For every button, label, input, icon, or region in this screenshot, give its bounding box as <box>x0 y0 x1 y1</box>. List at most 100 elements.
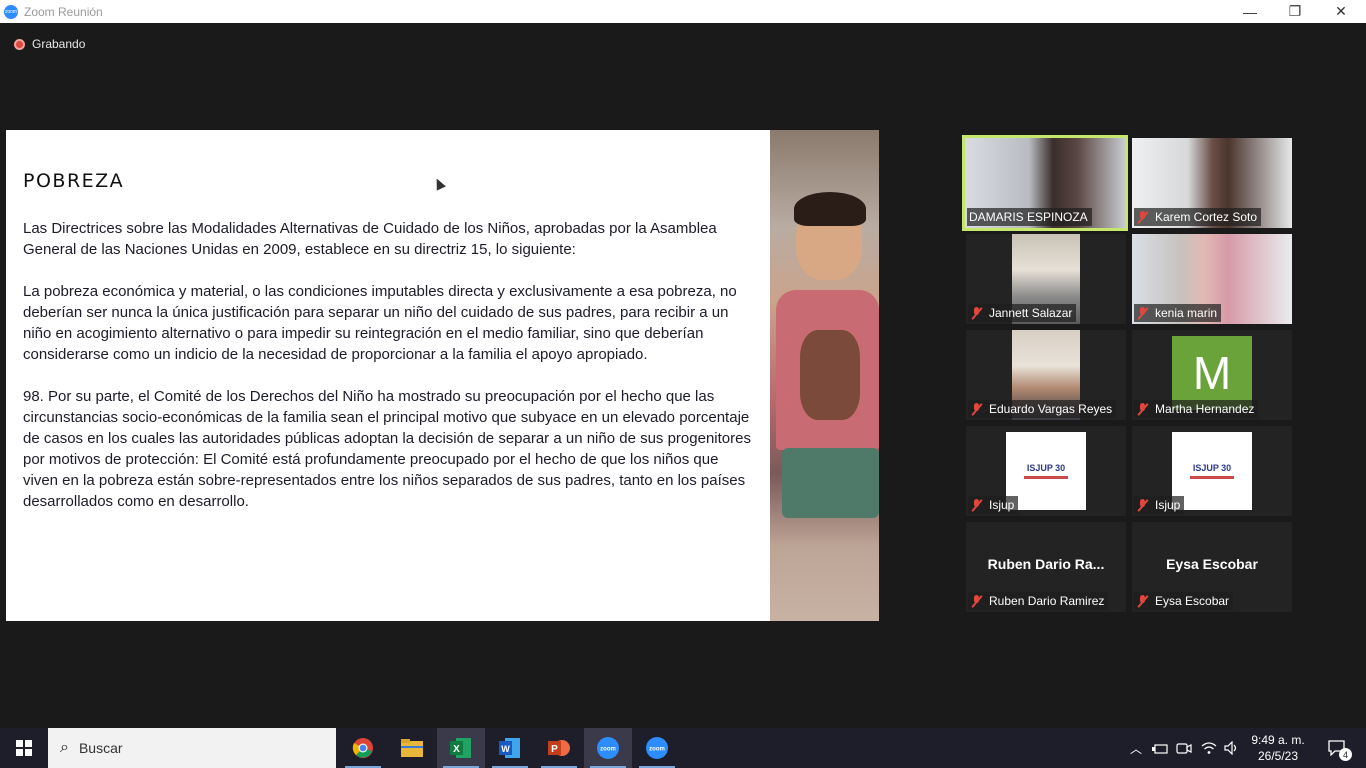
zoom-icon: zoom <box>646 737 668 759</box>
participant-name: Ruben Dario Ramirez <box>989 594 1105 608</box>
search-icon: ⌕ <box>60 739 69 756</box>
recording-indicator[interactable]: Grabando <box>14 37 85 51</box>
participant-tile[interactable]: ISJUP 30 Isjup <box>966 426 1126 516</box>
meet-now-button[interactable] <box>1174 728 1194 768</box>
zoom-app-icon: zoom <box>4 4 18 19</box>
chevron-up-icon: ︿ <box>1129 741 1142 756</box>
muted-mic-icon <box>1136 594 1149 608</box>
participant-name: Eysa Escobar <box>1155 594 1230 608</box>
muted-mic-icon <box>1136 402 1149 416</box>
windows-icon <box>16 740 32 756</box>
muted-mic-icon <box>970 594 983 608</box>
svg-text:P: P <box>551 744 558 755</box>
speaker-icon <box>1224 741 1237 755</box>
close-icon: ✕ <box>1335 3 1347 19</box>
muted-mic-icon <box>970 306 983 320</box>
start-button[interactable] <box>0 728 48 768</box>
word-icon: W <box>499 738 520 758</box>
muted-mic-icon <box>1136 306 1149 320</box>
participant-name-bar: Ruben Dario Ramirez <box>968 592 1109 610</box>
recording-label: Grabando <box>32 37 86 51</box>
clock-date: 26/5/23 <box>1257 749 1299 763</box>
taskbar-search[interactable]: ⌕ Buscar <box>48 728 336 768</box>
file-explorer-button[interactable] <box>388 728 436 768</box>
restore-button[interactable]: ❐ <box>1272 0 1318 23</box>
participant-tile[interactable]: M Martha Hernandez <box>1132 330 1292 420</box>
participant-name: Eduardo Vargas Reyes <box>989 402 1113 416</box>
wifi-icon <box>1201 742 1217 754</box>
taskbar: ⌕ Buscar X W P zoom zoom ︿ 9:49 a. m. 26… <box>0 728 1366 768</box>
participant-display-name: Eysa Escobar <box>1166 556 1258 572</box>
notifications-button[interactable]: 4 <box>1320 728 1354 768</box>
battery-plug-icon <box>1152 744 1168 754</box>
child-photo <box>770 130 879 621</box>
wifi-button[interactable] <box>1198 728 1220 768</box>
participant-name-bar: Martha Hernandez <box>1134 400 1259 418</box>
clock-time: 9:49 a. m. <box>1251 733 1305 747</box>
svg-text:X: X <box>453 744 460 755</box>
minimize-button[interactable]: — <box>1227 0 1273 23</box>
participant-name-bar: Karem Cortez Soto <box>1134 208 1262 226</box>
network-device-button[interactable] <box>1150 728 1170 768</box>
search-placeholder: Buscar <box>78 740 123 756</box>
file-explorer-icon <box>401 739 423 757</box>
participant-name: Isjup <box>1155 498 1181 512</box>
participant-tile[interactable]: Eysa Escobar Eysa Escobar <box>1132 522 1292 612</box>
volume-button[interactable] <box>1222 728 1242 768</box>
camera-icon <box>1176 743 1192 754</box>
excel-icon: X <box>450 738 471 758</box>
powerpoint-icon: P <box>548 740 570 756</box>
chrome-button[interactable] <box>339 728 387 768</box>
restore-icon: ❐ <box>1288 3 1302 19</box>
muted-mic-icon <box>1136 498 1149 512</box>
muted-mic-icon <box>1136 210 1149 224</box>
window-title: Zoom Reunión <box>24 4 103 19</box>
minimize-icon: — <box>1243 3 1257 20</box>
participant-tile[interactable]: Karem Cortez Soto <box>1132 138 1292 228</box>
slide-paragraph: Las Directrices sobre las Modalidades Al… <box>23 220 717 258</box>
show-hidden-icons-button[interactable]: ︿ <box>1127 728 1145 768</box>
powerpoint-button[interactable]: P <box>535 728 583 768</box>
word-button[interactable]: W <box>486 728 534 768</box>
participant-display-name: Ruben Dario Ra... <box>987 556 1105 572</box>
svg-text:zoom: zoom <box>600 747 616 753</box>
participant-name: Karem Cortez Soto <box>1155 210 1258 224</box>
participant-name-bar: Isjup <box>1134 496 1185 514</box>
participant-tile[interactable]: ISJUP 30 Isjup <box>1132 426 1292 516</box>
participant-name-bar: Jannett Salazar <box>968 304 1077 322</box>
participant-name-bar: Eysa Escobar <box>1134 592 1234 610</box>
participant-name: Isjup <box>989 498 1015 512</box>
chrome-icon <box>352 738 373 758</box>
close-button[interactable]: ✕ <box>1318 0 1364 23</box>
participant-avatar: M <box>1172 336 1252 410</box>
participant-tile[interactable]: kenia marin <box>1132 234 1292 324</box>
participant-name-bar: Isjup <box>968 496 1019 514</box>
slide-paragraph: La pobreza económica y material, o las c… <box>23 283 737 363</box>
participant-name-bar: DAMARIS ESPINOZA <box>967 208 1092 226</box>
shared-screen: POBREZA Las Directrices sobre las Modali… <box>6 130 879 621</box>
participant-name-bar: Eduardo Vargas Reyes <box>968 400 1117 418</box>
notification-count-badge: 4 <box>1339 748 1352 761</box>
participant-tile[interactable]: Eduardo Vargas Reyes <box>966 330 1126 420</box>
zoom-button[interactable]: zoom <box>584 728 632 768</box>
participant-name-bar: kenia marin <box>1134 304 1222 322</box>
svg-text:zoom: zoom <box>649 747 665 753</box>
slide-paragraph: 98. Por su parte, el Comité de los Derec… <box>23 388 751 510</box>
participant-tile[interactable]: Jannett Salazar <box>966 234 1126 324</box>
participant-name: Martha Hernandez <box>1155 402 1255 416</box>
slide-heading: POBREZA <box>23 170 125 192</box>
muted-mic-icon <box>970 498 983 512</box>
participant-name: DAMARIS ESPINOZA <box>969 210 1088 224</box>
participant-name: kenia marin <box>1155 306 1218 320</box>
meeting-area: Grabando POBREZA Las Directrices sobre l… <box>0 23 1366 728</box>
svg-text:W: W <box>501 744 510 754</box>
muted-mic-icon <box>970 402 983 416</box>
zoom-meeting-button[interactable]: zoom <box>633 728 681 768</box>
title-bar: zoom Zoom Reunión — ❐ ✕ <box>0 0 1366 23</box>
participant-tile[interactable]: Ruben Dario Ra... Ruben Dario Ramirez <box>966 522 1126 612</box>
recording-icon <box>14 38 25 50</box>
taskbar-clock[interactable]: 9:49 a. m. 26/5/23 <box>1244 732 1312 764</box>
excel-button[interactable]: X <box>437 728 485 768</box>
participant-tile[interactable]: DAMARIS ESPINOZA <box>962 135 1128 231</box>
logo-text: ISJUP 30 <box>1026 463 1066 473</box>
